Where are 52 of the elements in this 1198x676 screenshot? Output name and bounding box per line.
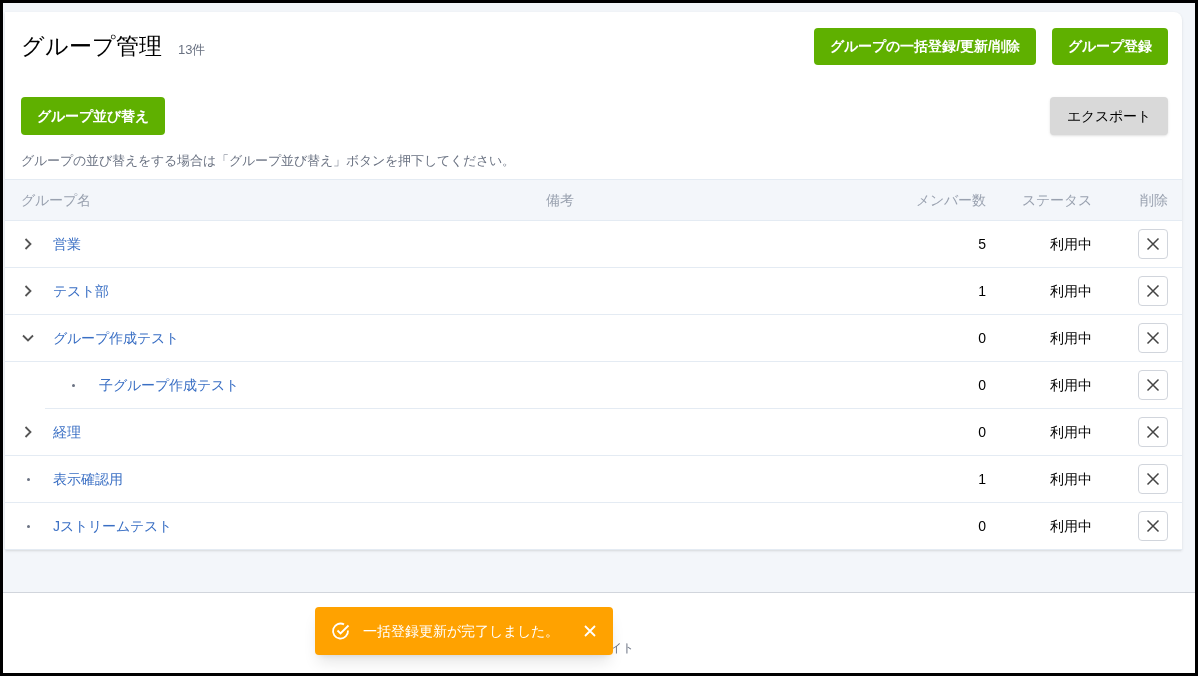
group-name-link[interactable]: Jストリームテスト (53, 515, 172, 537)
status-text: 利用中 (1050, 376, 1092, 393)
member-count: 0 (978, 423, 986, 440)
status-text: 利用中 (1050, 517, 1092, 534)
close-icon (1146, 237, 1160, 251)
delete-button[interactable] (1138, 276, 1168, 306)
group-name-link[interactable]: 経理 (53, 421, 81, 443)
column-header: グループ名 (21, 191, 91, 208)
group-name-link[interactable]: 営業 (53, 233, 81, 255)
bullet-icon (72, 383, 75, 387)
close-icon (1146, 331, 1160, 345)
hint-text: グループの並び替えをする場合は「グループ並び替え」ボタンを押下してください。 (20, 152, 516, 170)
status-text: 利用中 (1050, 329, 1092, 346)
group-name-link[interactable]: グループ作成テスト (53, 327, 179, 349)
status-text: 利用中 (1050, 423, 1092, 440)
toast-message: 一括登録更新が完了しました。 (363, 621, 560, 641)
delete-button[interactable] (1138, 370, 1168, 400)
member-count: 0 (978, 376, 986, 393)
delete-button[interactable] (1138, 229, 1168, 259)
group-name-link[interactable]: 表示確認用 (53, 468, 123, 490)
bullet-icon (27, 477, 30, 481)
page-title: グループ管理 (21, 32, 162, 62)
group-name-link[interactable]: テスト部 (53, 280, 109, 302)
group-name-link[interactable]: 子グループ作成テスト (99, 374, 239, 396)
check-circle-icon (331, 621, 351, 641)
register-group-button[interactable]: グループ登録 (1052, 28, 1168, 65)
delete-button[interactable] (1138, 323, 1168, 353)
delete-button[interactable] (1138, 464, 1168, 494)
column-header: 備考 (546, 191, 574, 208)
sort-groups-button[interactable]: グループ並び替え (21, 97, 165, 135)
status-text: 利用中 (1050, 470, 1092, 487)
member-count: 0 (978, 329, 986, 346)
member-count: 1 (978, 282, 986, 299)
status-text: 利用中 (1050, 282, 1092, 299)
column-header: ステータス (1022, 191, 1092, 208)
member-count: 1 (978, 470, 986, 487)
close-icon (1146, 425, 1160, 439)
column-header: 削除 (1140, 191, 1168, 208)
close-icon (1146, 472, 1160, 486)
status-text: 利用中 (1050, 235, 1092, 252)
column-header: メンバー数 (916, 191, 986, 208)
delete-button[interactable] (1138, 417, 1168, 447)
delete-button[interactable] (1138, 511, 1168, 541)
bullet-icon (27, 524, 30, 528)
close-icon (1146, 284, 1160, 298)
close-icon (1146, 519, 1160, 533)
member-count: 0 (978, 517, 986, 534)
export-button[interactable]: エクスポート (1050, 97, 1168, 135)
item-count: 13件 (178, 41, 206, 60)
bulk-update-button[interactable]: グループの一括登録/更新/削除 (814, 28, 1036, 65)
close-icon (1146, 378, 1160, 392)
member-count: 5 (978, 235, 986, 252)
